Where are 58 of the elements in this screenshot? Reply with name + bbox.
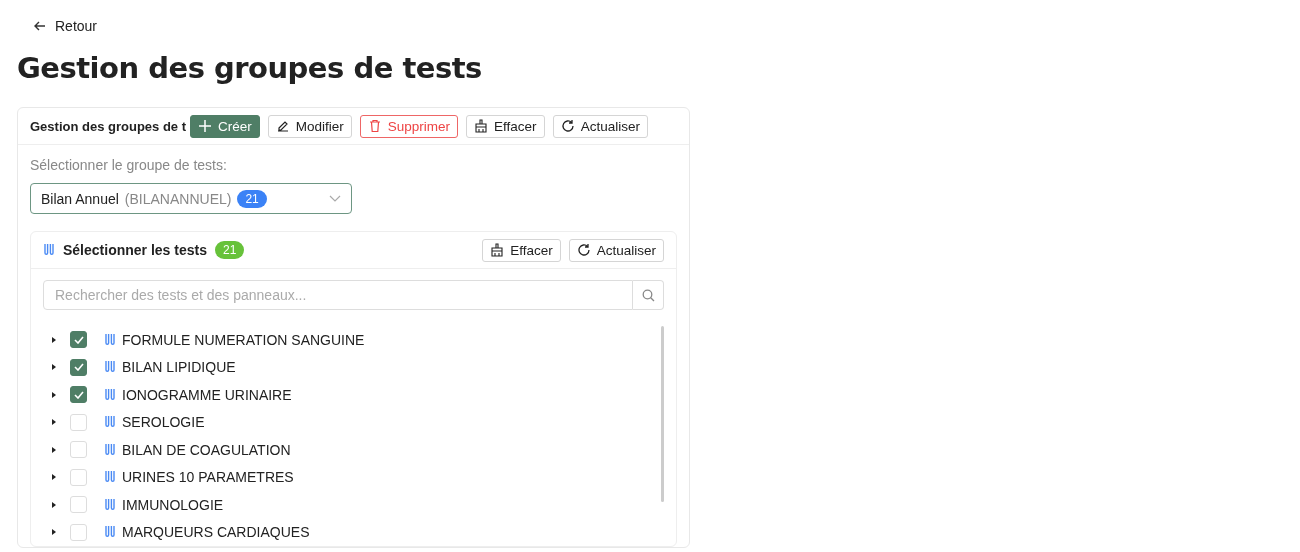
panel-title: Sélectionner les tests bbox=[63, 242, 207, 258]
expand-arrow-icon[interactable] bbox=[51, 390, 57, 399]
clear-button[interactable]: Effacer bbox=[482, 238, 561, 262]
edit-button[interactable]: Modifier bbox=[267, 114, 352, 138]
test-label: MARQUEURS CARDIAQUES bbox=[122, 524, 310, 541]
refresh-icon bbox=[560, 119, 575, 133]
expand-arrow-icon[interactable] bbox=[51, 445, 57, 454]
page-title: Gestion des groupes de tests bbox=[17, 51, 483, 85]
search-button[interactable] bbox=[633, 280, 664, 310]
card-title: Gestion des groupes de t bbox=[30, 118, 187, 134]
refresh-button[interactable]: Actualiser bbox=[568, 238, 664, 262]
chevron-down-icon bbox=[329, 194, 341, 203]
test-tubes-icon bbox=[104, 442, 116, 457]
test-tubes-icon bbox=[104, 387, 116, 402]
count-badge: 21 bbox=[214, 241, 245, 259]
refresh-icon bbox=[576, 243, 591, 257]
test-label: BILAN DE COAGULATION bbox=[122, 441, 291, 458]
trash-icon bbox=[367, 119, 382, 133]
delete-button[interactable]: Supprimer bbox=[359, 114, 459, 138]
test-label: URINES 10 PARAMETRES bbox=[122, 469, 294, 486]
test-tubes-icon bbox=[43, 243, 55, 257]
group-select[interactable]: Bilan Annuel (BILANANNUEL) 21 bbox=[30, 183, 352, 214]
test-label: SEROLOGIE bbox=[122, 414, 205, 431]
test-tubes-icon bbox=[104, 332, 116, 347]
pencil-icon bbox=[275, 119, 290, 133]
expand-arrow-icon[interactable] bbox=[51, 335, 57, 344]
checkmark-icon bbox=[73, 335, 84, 344]
broom-icon bbox=[490, 243, 505, 257]
test-tubes-icon bbox=[104, 525, 116, 540]
checkbox[interactable] bbox=[70, 386, 87, 404]
create-button[interactable]: Créer bbox=[190, 114, 260, 138]
test-label: IONOGRAMME URINAIRE bbox=[122, 386, 292, 403]
clear-button[interactable]: Effacer bbox=[466, 114, 545, 138]
expand-arrow-icon[interactable] bbox=[51, 418, 57, 427]
test-label: BILAN LIPIDIQUE bbox=[122, 359, 236, 376]
test-tubes-icon bbox=[104, 470, 116, 485]
test-label: FORMULE NUMERATION SANGUINE bbox=[122, 331, 365, 348]
expand-arrow-icon[interactable] bbox=[51, 363, 57, 372]
test-tubes-icon bbox=[104, 415, 116, 430]
checkbox[interactable] bbox=[70, 331, 87, 349]
test-label: IMMUNOLOGIE bbox=[122, 496, 224, 513]
test-tubes-icon bbox=[104, 497, 116, 512]
search-field[interactable]: Rechercher des tests et des panneaux... bbox=[43, 280, 633, 310]
refresh-button[interactable]: Actualiser bbox=[552, 114, 648, 138]
scrollbar[interactable] bbox=[661, 326, 664, 502]
checkmark-icon bbox=[73, 390, 84, 399]
back-link[interactable]: Retour bbox=[33, 18, 98, 34]
test-tubes-icon bbox=[104, 360, 116, 375]
expand-arrow-icon[interactable] bbox=[51, 500, 57, 509]
checkmark-icon bbox=[73, 363, 84, 372]
search-icon bbox=[641, 288, 655, 302]
select-label: Sélectionner le groupe de tests: bbox=[30, 157, 228, 173]
checkbox[interactable] bbox=[70, 358, 87, 376]
arrow-left-icon bbox=[33, 19, 47, 33]
expand-arrow-icon[interactable] bbox=[51, 473, 57, 482]
plus-icon bbox=[198, 119, 213, 133]
expand-arrow-icon[interactable] bbox=[51, 528, 57, 537]
broom-icon bbox=[474, 119, 489, 133]
